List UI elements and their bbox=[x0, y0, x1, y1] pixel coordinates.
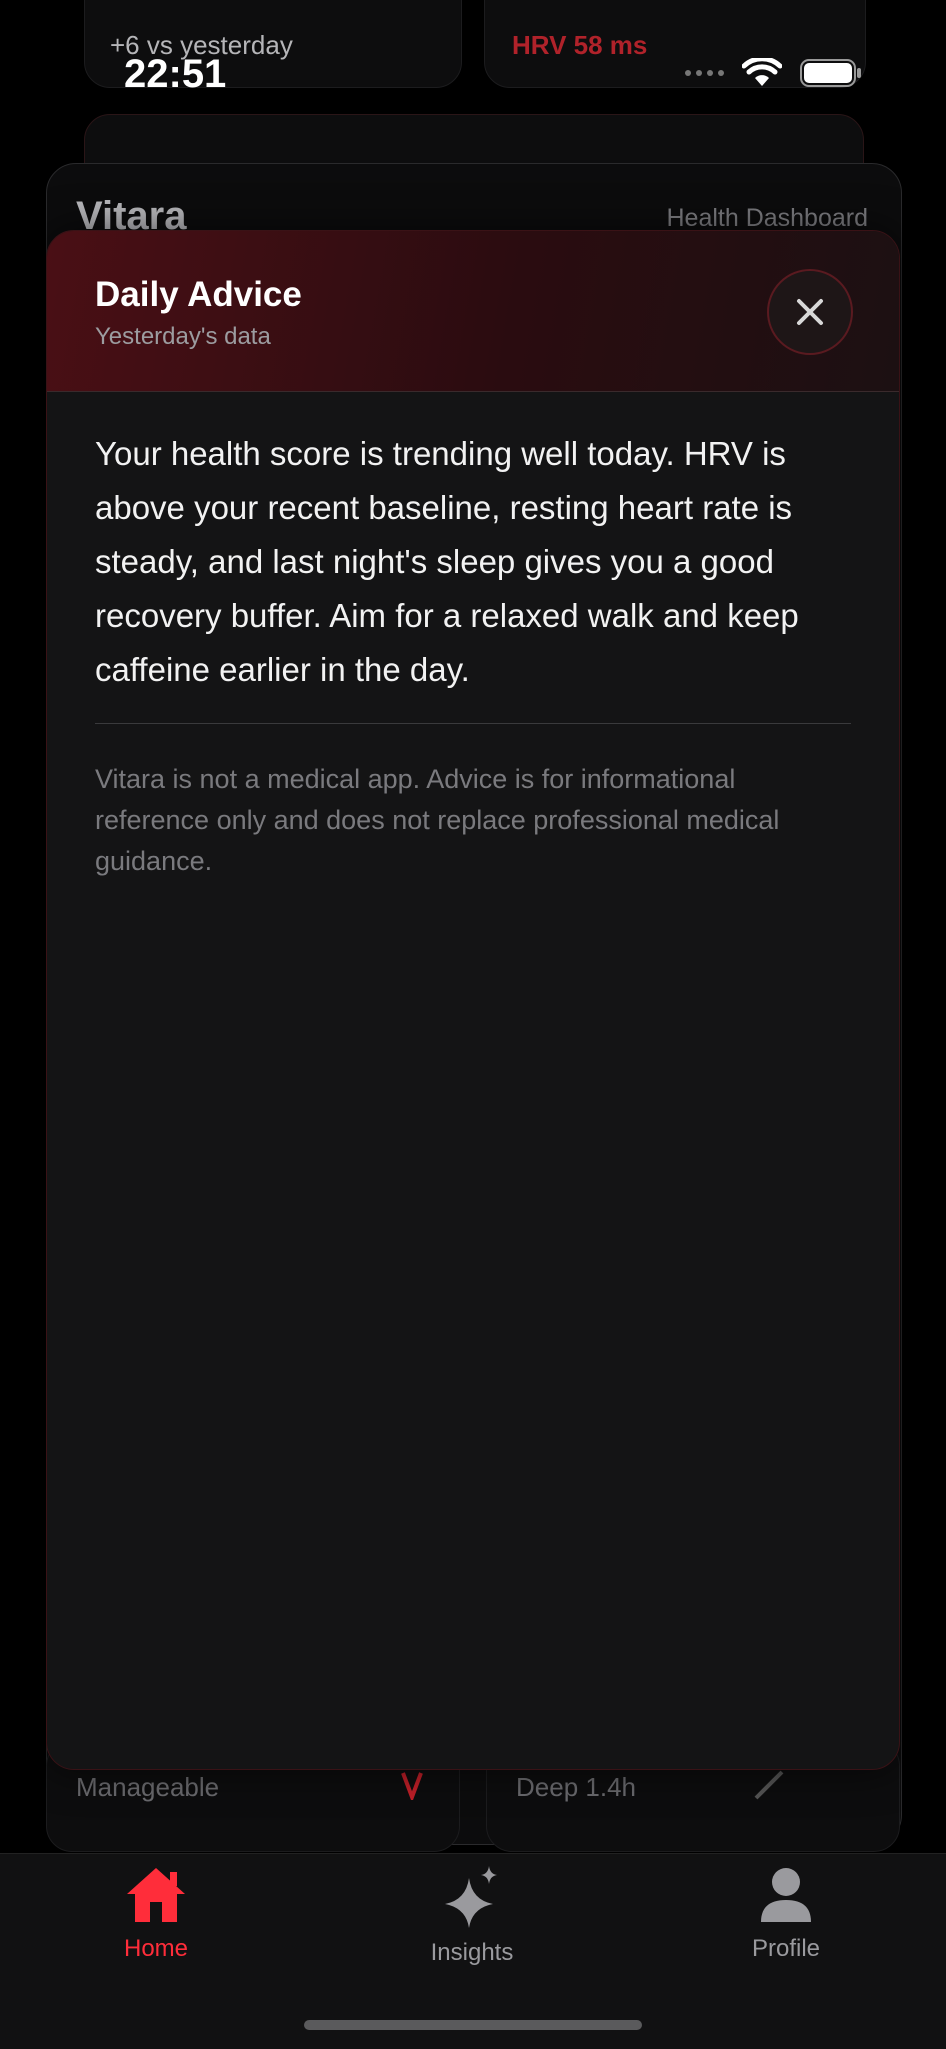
stress-label: Manageable bbox=[76, 1772, 220, 1802]
tab-home[interactable]: Home bbox=[56, 1864, 256, 1963]
home-indicator[interactable] bbox=[304, 2020, 642, 2030]
tab-profile-label: Profile bbox=[751, 1935, 821, 1962]
disclaimer-text: Vitara is not a medical app. Advice is f… bbox=[95, 764, 780, 876]
divider bbox=[95, 723, 851, 724]
hrv-metric: HRV 58 ms bbox=[512, 30, 648, 60]
battery-icon bbox=[800, 59, 861, 87]
advice-text: Your health score is trending well today… bbox=[95, 435, 799, 688]
status-time: 22:51 bbox=[124, 52, 227, 96]
home-icon bbox=[127, 1868, 185, 1922]
modal-title: Daily Advice bbox=[95, 275, 302, 314]
sparkles-icon bbox=[445, 1866, 497, 1928]
close-icon bbox=[797, 299, 823, 325]
person-icon bbox=[761, 1868, 811, 1922]
tab-home-label: Home bbox=[123, 1935, 189, 1962]
signal-icon bbox=[685, 70, 724, 76]
wifi-icon bbox=[742, 58, 782, 86]
app-subtitle: Health Dashboard bbox=[666, 204, 868, 232]
close-button[interactable] bbox=[767, 269, 853, 355]
tab-insights[interactable]: Insights bbox=[372, 1864, 572, 1967]
modal-subtitle: Yesterday's data bbox=[95, 323, 271, 350]
status-icons bbox=[685, 58, 862, 88]
daily-advice-modal: Daily Advice Yesterday's data Your healt… bbox=[46, 230, 900, 1770]
tab-profile[interactable]: Profile bbox=[686, 1864, 886, 1963]
tab-insights-label: Insights bbox=[430, 1939, 514, 1966]
sleep-trend-icon bbox=[754, 1770, 784, 1800]
sleep-label: Deep 1.4h bbox=[516, 1772, 636, 1802]
stress-chevron-icon bbox=[401, 1772, 423, 1800]
